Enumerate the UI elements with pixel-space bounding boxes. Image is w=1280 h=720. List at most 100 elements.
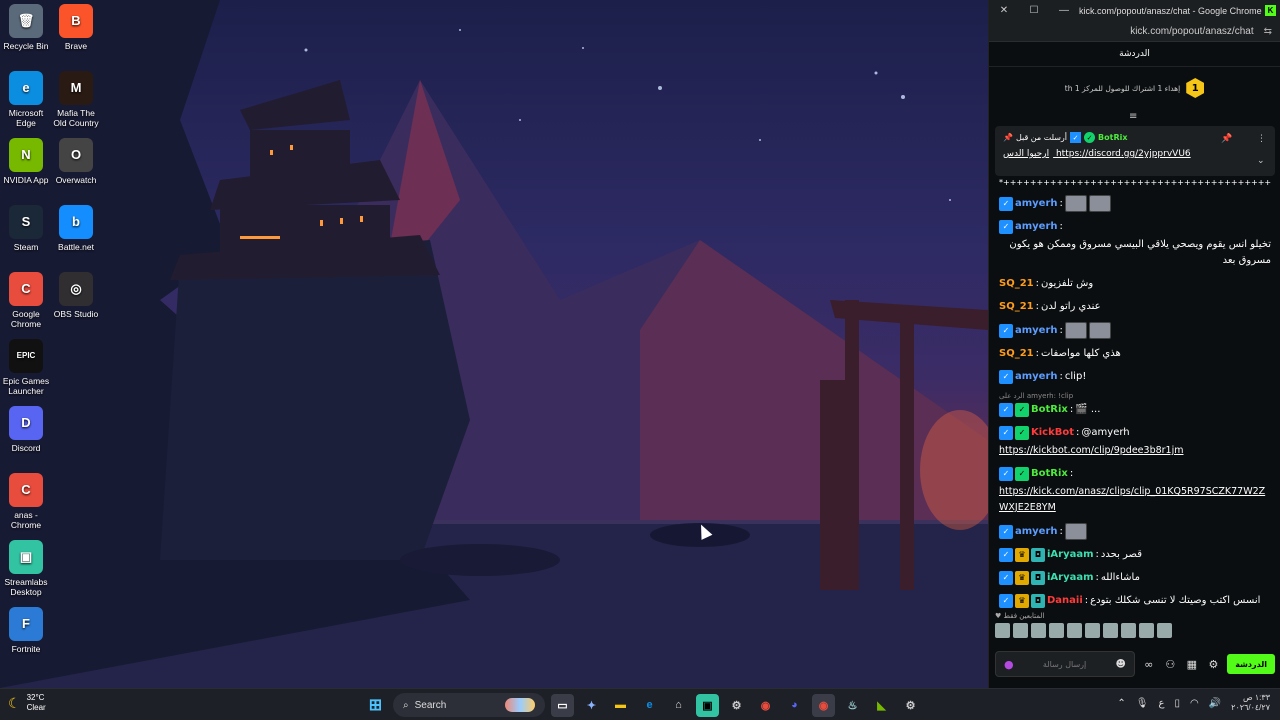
steam-icon[interactable]: ♨: [841, 694, 864, 717]
chat-username[interactable]: iAryaam: [1047, 570, 1094, 586]
desktop-icon[interactable]: b Battle.net: [50, 205, 102, 252]
chat-username[interactable]: amyerh: [1015, 219, 1058, 235]
desktop-icon[interactable]: ▣ Streamlabs Desktop: [0, 540, 52, 597]
filter-icon[interactable]: ≡: [1129, 111, 1137, 122]
desktop-icon[interactable]: S Steam: [0, 205, 52, 252]
desktop-icon[interactable]: B Brave: [50, 4, 102, 51]
desktop-icon[interactable]: D Discord: [0, 406, 52, 453]
emote[interactable]: [1067, 623, 1082, 638]
chat-username[interactable]: amyerh: [1015, 524, 1058, 540]
app-icon: D: [9, 406, 43, 440]
desktop-icon[interactable]: C Google Chrome: [0, 272, 52, 329]
desktop-icon[interactable]: M Mafia The Old Country: [50, 71, 102, 128]
chevron-up-icon[interactable]: ⌃: [1117, 698, 1125, 709]
chat-send-button[interactable]: الدردشة: [1227, 654, 1275, 674]
desktop-icon[interactable]: O Overwatch: [50, 138, 102, 185]
address-bar[interactable]: kick.com/popout/anasz/chat ⇆: [989, 21, 1280, 42]
volume-icon[interactable]: 🔊: [1209, 698, 1221, 709]
share-icon[interactable]: ⚇: [1163, 658, 1179, 671]
clip-link[interactable]: https://kick.com/anasz/clips/clip_01KQ5R…: [999, 484, 1267, 516]
emote[interactable]: [1121, 623, 1136, 638]
minimize-icon[interactable]: —: [1049, 5, 1079, 16]
gift-icon[interactable]: ▦: [1184, 658, 1200, 671]
settings-icon[interactable]: ⚙: [725, 694, 748, 717]
chat-username[interactable]: BotRix: [1031, 402, 1068, 418]
chat-input[interactable]: ● إرسال رسالة ☻: [995, 651, 1135, 677]
taskbar: ☾ 32°C Clear ⊞ ⌕ Search ▭ ✦ ▬ e ⌂ ▣ ⚙ ◉ …: [0, 688, 1280, 720]
unpin-icon[interactable]: 📌: [1221, 134, 1232, 144]
gear-app-icon[interactable]: ⚙: [899, 694, 922, 717]
infinity-icon[interactable]: ∞: [1141, 658, 1157, 671]
desktop-icon[interactable]: e Microsoft Edge: [0, 71, 52, 128]
emote[interactable]: [1157, 623, 1172, 638]
battery-icon[interactable]: ▯: [1174, 698, 1180, 709]
colon: :: [1069, 468, 1074, 479]
app-icon: ◎: [59, 272, 93, 306]
more-options-icon[interactable]: ⋮: [1257, 134, 1266, 144]
taskbar-search[interactable]: ⌕ Search: [393, 693, 545, 717]
emoji-icon[interactable]: ☻: [1116, 659, 1126, 670]
app-icon: EPIC: [9, 339, 43, 373]
chat-username[interactable]: SQ_21: [999, 276, 1034, 292]
pinned-link-row: ارحبوا الدس https://discord.gg/2yjpprvVU…: [1003, 149, 1267, 159]
emote-image: [1064, 195, 1087, 212]
chat-username[interactable]: amyerh: [1015, 369, 1058, 385]
microphone-tray-icon[interactable]: 🎙: [1136, 698, 1149, 709]
maximize-icon[interactable]: ☐: [1019, 5, 1049, 16]
store-icon[interactable]: ⌂: [667, 694, 690, 717]
weather-widget[interactable]: ☾ 32°C Clear: [8, 693, 46, 713]
check-badge-icon: ✓: [1015, 426, 1029, 440]
desktop-icon[interactable]: N NVIDIA App: [0, 138, 52, 185]
file-explorer-icon[interactable]: ▬: [609, 694, 632, 717]
emote[interactable]: [1031, 623, 1046, 638]
emote[interactable]: [1085, 623, 1100, 638]
emote[interactable]: [1013, 623, 1028, 638]
desktop-icon[interactable]: Canas - Chrome: [0, 473, 52, 530]
microphone-icon[interactable]: ●: [1004, 658, 1014, 671]
clock[interactable]: ١:٣٣ ص ٢٠٢٦/٠٤/٢٧: [1231, 693, 1270, 713]
emote[interactable]: [1049, 623, 1064, 638]
app-icon: C: [9, 473, 43, 507]
chevron-down-icon[interactable]: ⌄: [1257, 156, 1265, 166]
sub-badge-icon: ◘: [1031, 571, 1045, 585]
emote[interactable]: [1103, 623, 1118, 638]
task-view-icon[interactable]: ▭: [551, 693, 574, 717]
language-indicator[interactable]: ع: [1159, 698, 1165, 709]
chrome-icon[interactable]: ◉: [754, 694, 777, 717]
chat-username[interactable]: KickBot: [1031, 425, 1074, 441]
chat-username[interactable]: SQ_21: [999, 346, 1034, 362]
chat-username[interactable]: amyerh: [1015, 196, 1058, 212]
site-settings-icon[interactable]: ⇆: [1264, 26, 1272, 37]
pinned-username[interactable]: BotRix: [1098, 133, 1127, 142]
clip-link[interactable]: https://kickbot.com/clip/9pdee3b8r1jm: [999, 443, 1184, 459]
windows-start-icon[interactable]: ⊞: [364, 694, 387, 717]
desktop-icon[interactable]: EPIC Epic Games Launcher: [0, 339, 52, 396]
emote[interactable]: [995, 623, 1010, 638]
pinned-link[interactable]: https://discord.gg/2yjpprvVU6: [1056, 149, 1191, 159]
desktop-icon[interactable]: F Fortnite: [0, 607, 52, 654]
chat-username[interactable]: SQ_21: [999, 299, 1034, 315]
chrome-active-icon[interactable]: ◉: [812, 693, 835, 717]
desktop-icon[interactable]: 🗑 Recycle Bin: [0, 4, 52, 51]
edge-icon[interactable]: e: [638, 694, 661, 717]
emote[interactable]: [1139, 623, 1154, 638]
discord-icon[interactable]: ◕: [783, 694, 806, 717]
app-icon: S: [9, 205, 43, 239]
app-icon: ▣: [9, 540, 43, 574]
desktop-icon-label: anas - Chrome: [10, 510, 42, 530]
wifi-icon[interactable]: ◠: [1190, 698, 1199, 709]
nvidia-icon[interactable]: ◣: [870, 694, 893, 717]
mention-text[interactable]: @amyerh: [1081, 425, 1129, 441]
chat-username[interactable]: amyerh: [1015, 323, 1058, 339]
streamlabs-icon[interactable]: ▣: [696, 693, 719, 717]
crown-badge-icon: ♛: [1015, 571, 1029, 585]
chat-username[interactable]: Danaii: [1047, 593, 1083, 609]
desktop-icon[interactable]: ◎ OBS Studio: [50, 272, 102, 319]
settings-gear-icon[interactable]: ⚙: [1206, 658, 1222, 671]
crown-badge-icon: ♛: [1015, 548, 1029, 562]
chat-username[interactable]: BotRix: [1031, 466, 1068, 482]
copilot-icon[interactable]: ✦: [580, 694, 603, 717]
chat-username[interactable]: iAryaam: [1047, 547, 1094, 563]
app-icon: N: [9, 138, 43, 172]
close-icon[interactable]: ✕: [989, 5, 1019, 16]
